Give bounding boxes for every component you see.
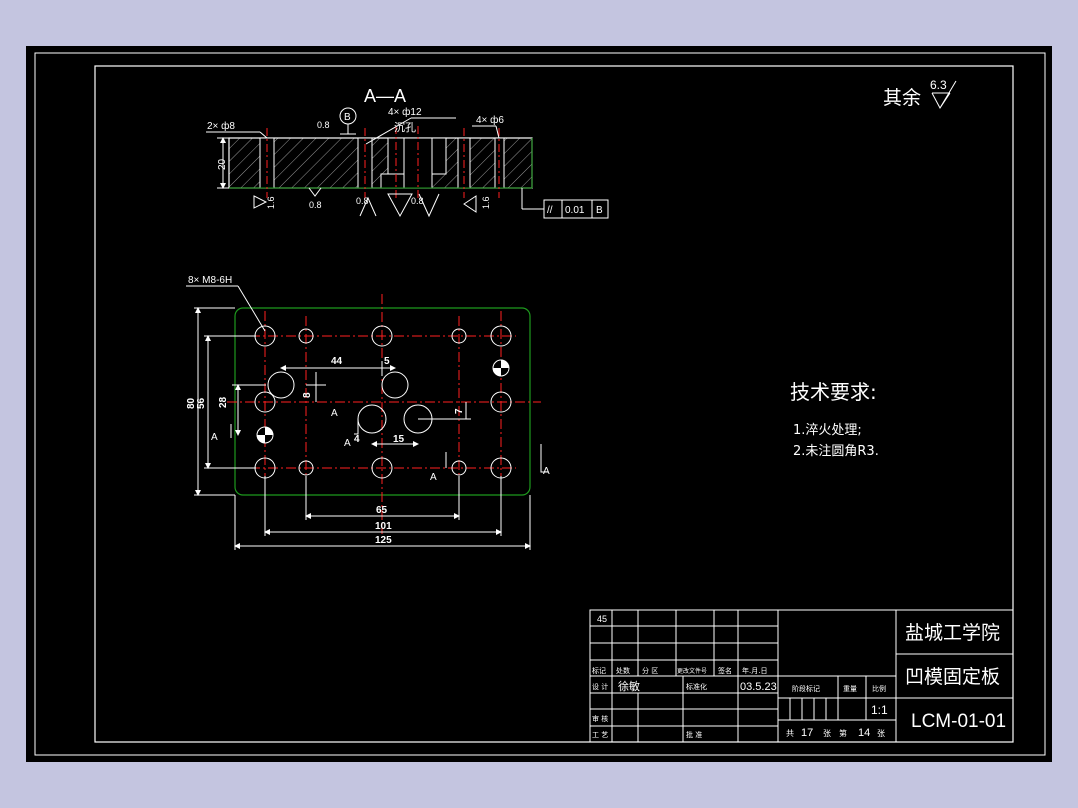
callout-4x-d12: 4× ф12 xyxy=(388,106,422,118)
callout-2x-d8: 2× ф8 xyxy=(207,120,235,132)
datum-b-label: B xyxy=(344,112,351,123)
thread-callout: 8× M8-6H xyxy=(188,275,232,286)
notes-item-2: 2.未注圆角R3. xyxy=(793,444,879,459)
dim-28: 28 xyxy=(218,396,229,408)
lbl-standard: 标准化 xyxy=(686,682,707,691)
dim-15: 15 xyxy=(393,434,405,445)
hdr-zone: 分 区 xyxy=(642,666,658,675)
part-name: 凹模固定板 xyxy=(905,666,1000,688)
dim-65: 65 xyxy=(376,505,388,516)
drawing-sheet: A—A 2× ф8 4× ф12 沉孔 4× ф6 B 0.8 20 1.6 0… xyxy=(26,46,1052,762)
notes-title: 技术要求: xyxy=(790,380,877,404)
notes-item-1: 1.淬火处理; xyxy=(793,423,862,438)
title-block: 45 标记 处数 分 区 更改文件号 签名 年.月.日 设 计 徐敏 标准化 0… xyxy=(589,609,1014,743)
rough-1-6-left: 1.6 xyxy=(266,196,276,209)
section-title: A—A xyxy=(364,86,406,106)
hdr-count: 处数 xyxy=(616,666,630,675)
drawing-number: LCM-01-01 xyxy=(911,711,1006,732)
parallel-symbol: // xyxy=(547,205,553,216)
sheet-no: 14 xyxy=(858,727,870,739)
dim-5: 5 xyxy=(384,356,390,367)
rough-1-6-right: 1.6 xyxy=(481,196,491,209)
lbl-weight: 重量 xyxy=(843,685,857,693)
parallel-datum: B xyxy=(596,205,603,216)
callout-counterbore: 沉孔 xyxy=(394,121,416,134)
sheets-total: 17 xyxy=(801,727,813,739)
section-mark-a-left: A xyxy=(211,432,218,443)
hdr-date: 年.月.日 xyxy=(742,666,767,675)
sheet-no-label: 第 xyxy=(839,728,847,738)
roughness-note-text: 其余 xyxy=(883,87,921,109)
plan-view: 8× M8-6H 44 5 8 28 7 4 15 80 56 65 101 1… xyxy=(186,275,550,550)
dim-4: 4 xyxy=(354,434,360,445)
section-mark-a-low: A xyxy=(430,472,437,483)
hdr-mark: 标记 xyxy=(592,666,606,675)
lbl-scale: 比例 xyxy=(872,684,886,693)
roughness-note-value: 6.3 xyxy=(930,78,947,92)
parallel-tolerance: 0.01 xyxy=(565,205,585,216)
hdr-sign: 签名 xyxy=(718,666,732,675)
section-mark-a-right: A xyxy=(543,466,550,477)
lbl-approve: 批 准 xyxy=(686,730,702,739)
section-mark-a-mid1: A xyxy=(331,408,338,419)
dim-101: 101 xyxy=(375,521,392,532)
lbl-design: 设 计 xyxy=(592,682,608,691)
material: 45 xyxy=(597,614,607,624)
height-dim-20: 20 xyxy=(217,158,228,170)
dim-125: 125 xyxy=(375,535,392,546)
lbl-process: 工 艺 xyxy=(592,731,608,739)
rough-0-8-a: 0.8 xyxy=(309,200,322,210)
technical-notes: 技术要求: 1.淬火处理; 2.未注圆角R3. xyxy=(790,380,879,459)
sheets-word-2: 张 xyxy=(877,729,885,738)
rough-0-8-c: 0.8 xyxy=(411,196,424,206)
dim-56: 56 xyxy=(196,397,207,409)
designer: 徐敏 xyxy=(618,679,640,693)
section-view: A—A 2× ф8 4× ф12 沉孔 4× ф6 B 0.8 20 1.6 0… xyxy=(206,86,609,219)
school-name: 盐城工学院 xyxy=(905,622,1000,644)
scale: 1:1 xyxy=(871,703,888,717)
cad-drawing: A—A 2× ф8 4× ф12 沉孔 4× ф6 B 0.8 20 1.6 0… xyxy=(34,52,1046,756)
rough-top-left: 0.8 xyxy=(317,120,330,130)
roughness-note: 其余 6.3 xyxy=(883,78,957,109)
rough-0-8-b: 0.8 xyxy=(356,196,369,206)
callout-4x-d6: 4× ф6 xyxy=(476,114,504,126)
lbl-stage: 阶段标记 xyxy=(792,684,820,693)
dim-7: 7 xyxy=(454,408,465,414)
dim-8: 8 xyxy=(302,392,313,398)
section-mark-a-mid2: A xyxy=(344,438,351,449)
date: 03.5.23 xyxy=(740,681,777,693)
lbl-review: 审 核 xyxy=(592,714,608,723)
dim-44: 44 xyxy=(331,356,343,367)
sheets-word-1: 张 xyxy=(823,729,831,738)
sheets-total-label: 共 xyxy=(786,729,794,738)
hdr-docno: 更改文件号 xyxy=(677,667,707,675)
